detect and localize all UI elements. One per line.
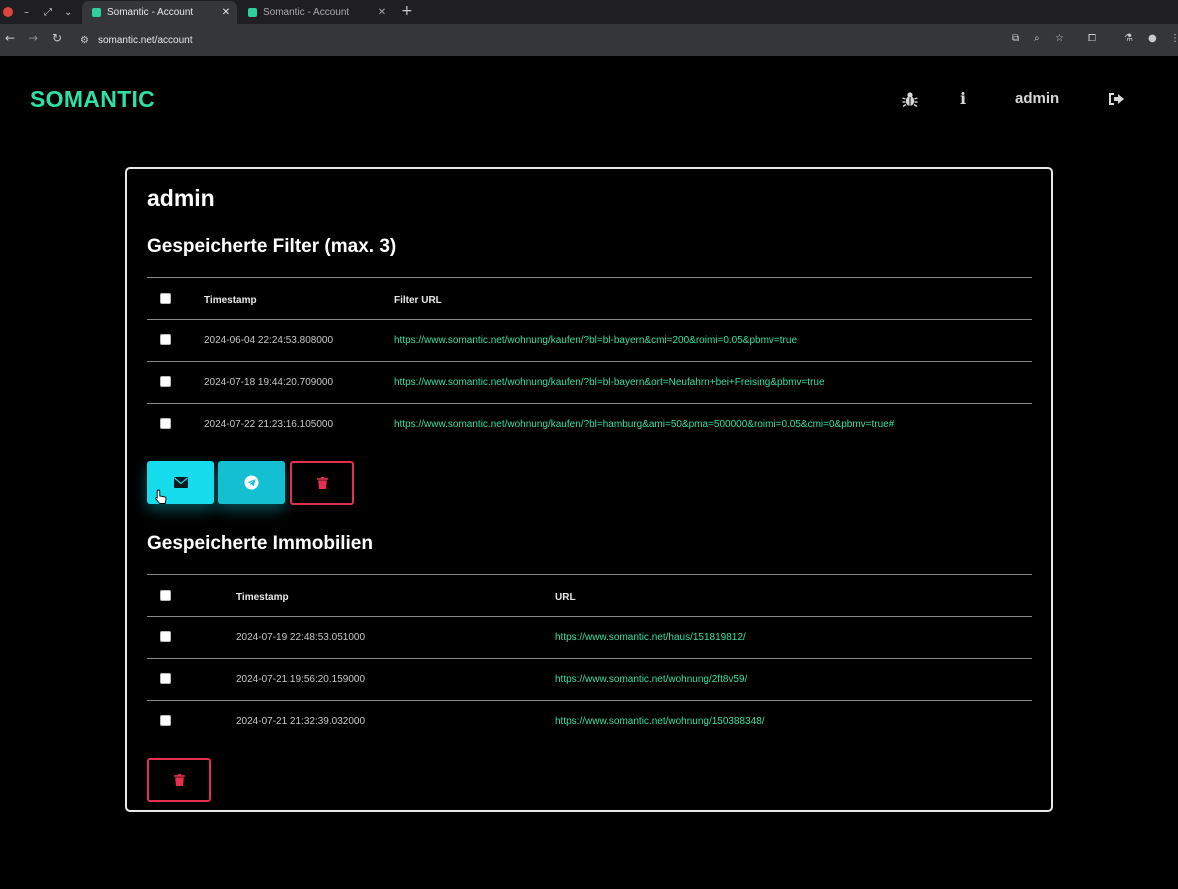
select-all-checkbox[interactable] [160,590,171,601]
tab-title: Somantic - Account [107,7,194,18]
site-info-icon[interactable]: ⚙ [80,35,89,46]
row-checkbox[interactable] [160,418,171,429]
browser-tab-strip: – ⤢ ⌄ Somantic - Account ✕ Somantic - Ac… [0,0,1178,24]
site-favicon-icon [248,8,257,17]
tab-list-chevron-icon[interactable]: ⌄ [64,0,72,24]
property-url-link[interactable]: https://www.somantic.net/haus/151819812/ [555,632,746,643]
table-row: 2024-07-21 19:56:20.159000 https://www.s… [147,658,1032,700]
browser-toolbar: ← → ↻ ⚙ somantic.net/account ⧉ ⌕ ☆ ⧠ ⚗ ●… [0,24,1178,56]
new-tab-plus-icon[interactable]: + [401,3,413,19]
saved-properties-table: Timestamp URL 2024-07-19 22:48:53.051000… [147,574,1032,742]
window-close-button[interactable] [3,7,13,17]
table-row: 2024-07-21 21:32:39.032000 https://www.s… [147,700,1032,742]
tab-title: Somantic - Account [263,7,350,18]
close-tab-icon[interactable]: ✕ [219,7,233,18]
column-header-filter-url: Filter URL [394,295,442,306]
row-checkbox[interactable] [160,376,171,387]
filter-url-link[interactable]: https://www.somantic.net/wohnung/kaufen/… [394,377,825,388]
forward-arrow-icon[interactable]: → [28,31,38,45]
info-icon[interactable]: i [960,89,966,108]
window-maximize-button[interactable]: ⤢ [44,0,52,24]
column-header-timestamp: Timestamp [204,295,257,306]
table-header-row: Timestamp Filter URL [147,277,1032,319]
window-minimize-button[interactable]: – [24,0,29,24]
row-timestamp: 2024-07-19 22:48:53.051000 [236,632,366,643]
brand-logo[interactable]: SOMANTIC [30,86,155,113]
column-header-timestamp: Timestamp [236,592,289,603]
address-bar[interactable]: ⚙ somantic.net/account [76,28,1076,52]
browser-tab-active[interactable]: Somantic - Account ✕ [82,1,237,24]
row-timestamp: 2024-07-21 21:32:39.032000 [236,716,366,727]
table-row: 2024-07-19 22:48:53.051000 https://www.s… [147,616,1032,658]
row-checkbox[interactable] [160,334,171,345]
bug-icon[interactable] [901,90,919,108]
table-row: 2024-07-18 19:44:20.709000 https://www.s… [147,361,1032,403]
browser-tab[interactable]: Somantic - Account ✕ [238,1,393,24]
extensions-icon[interactable]: ⧠ [1088,33,1096,44]
table-row: 2024-07-22 21:23:16.105000 https://www.s… [147,403,1032,445]
translate-icon[interactable]: ⧉ [1012,33,1019,44]
filter-url-link[interactable]: https://www.somantic.net/wohnung/kaufen/… [394,335,797,346]
mail-icon [173,477,188,488]
close-tab-icon[interactable]: ✕ [375,7,389,18]
saved-filters-heading: Gespeicherte Filter (max. 3) [147,236,397,257]
row-checkbox[interactable] [160,715,171,726]
trash-icon [173,774,185,786]
filter-url-link[interactable]: https://www.somantic.net/wohnung/kaufen/… [394,419,894,430]
saved-properties-heading: Gespeicherte Immobilien [147,533,373,554]
property-url-link[interactable]: https://www.somantic.net/wohnung/2ft8v59… [555,674,747,685]
logout-icon[interactable] [1108,91,1125,107]
address-url: somantic.net/account [97,34,193,46]
table-row: 2024-06-04 22:24:53.808000 https://www.s… [147,319,1032,361]
zoom-icon[interactable]: ⌕ [1034,33,1040,44]
account-title: admin [147,185,215,211]
property-url-link[interactable]: https://www.somantic.net/wohnung/1503883… [555,716,765,727]
reload-icon[interactable]: ↻ [52,31,62,45]
username-link[interactable]: admin [1015,90,1059,107]
menu-kebab-icon[interactable]: ⋮ [1170,33,1178,44]
bookmark-star-icon[interactable]: ☆ [1055,33,1064,44]
labs-flask-icon[interactable]: ⚗ [1124,33,1133,44]
site-favicon-icon [92,8,101,17]
delete-properties-button[interactable] [147,758,211,802]
row-checkbox[interactable] [160,673,171,684]
trash-icon [316,477,328,489]
column-header-url: URL [555,592,576,603]
row-timestamp: 2024-07-18 19:44:20.709000 [204,377,334,388]
telegram-icon [244,475,259,490]
select-all-checkbox[interactable] [160,293,171,304]
row-timestamp: 2024-07-21 19:56:20.159000 [236,674,366,685]
mouse-pointer-icon [155,489,167,504]
row-timestamp: 2024-07-22 21:23:16.105000 [204,419,334,430]
delete-filters-button[interactable] [290,461,354,505]
account-card: admin Gespeicherte Filter (max. 3) Times… [125,167,1053,812]
row-checkbox[interactable] [160,631,171,642]
profile-icon[interactable]: ● [1148,33,1157,44]
row-timestamp: 2024-06-04 22:24:53.808000 [204,335,334,346]
table-header-row: Timestamp URL [147,574,1032,616]
saved-filters-table: Timestamp Filter URL 2024-06-04 22:24:53… [147,277,1032,445]
back-arrow-icon[interactable]: ← [5,31,15,45]
telegram-filters-button[interactable] [218,461,285,504]
